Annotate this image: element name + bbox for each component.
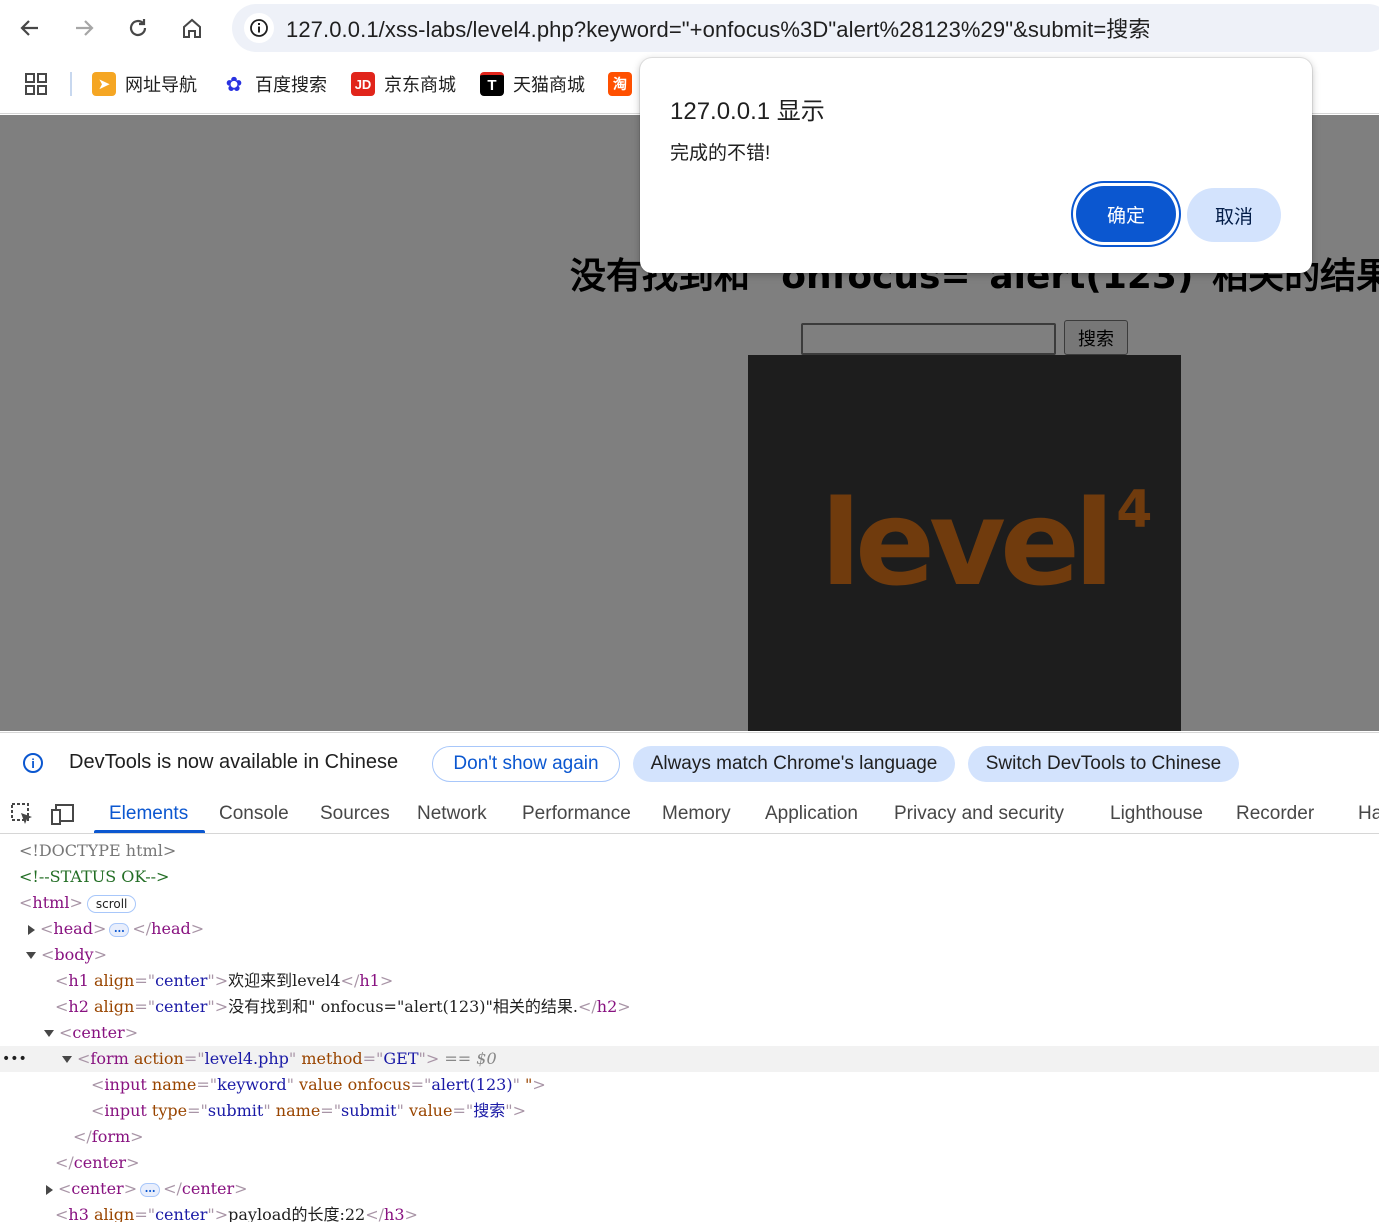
form-action-value: level4.php	[204, 1049, 289, 1068]
device-toolbar-icon[interactable]	[50, 802, 76, 826]
dom-node-html[interactable]: <html> scroll	[0, 890, 1379, 916]
bookmark-taobao[interactable]: 淘	[608, 68, 641, 100]
switch-to-chinese-button[interactable]: Switch DevTools to Chinese	[968, 746, 1239, 782]
collapse-triangle-icon[interactable]	[44, 1030, 54, 1037]
dom-node-center-close[interactable]: </center>	[0, 1150, 1379, 1176]
cancel-button[interactable]: 取消	[1187, 188, 1281, 242]
tab-elements[interactable]: Elements	[109, 794, 188, 834]
tab-overflow[interactable]: Ha	[1358, 794, 1379, 834]
info-icon	[250, 19, 268, 37]
reload-icon	[129, 19, 147, 37]
tag-name: head	[53, 919, 93, 938]
jd-icon: JD	[351, 72, 375, 96]
forward-button[interactable]	[66, 10, 102, 46]
info-icon: i	[23, 753, 43, 773]
taobao-icon: 淘	[608, 72, 632, 96]
address-bar[interactable]: 127.0.0.1/xss-labs/level4.php?keyword="+…	[232, 4, 1379, 52]
dom-node-form-selected[interactable]: ••• <form action="level4.php" method="GE…	[0, 1046, 1379, 1072]
tab-application[interactable]: Application	[765, 794, 858, 834]
bookmark-label: 天猫商城	[513, 75, 585, 95]
dom-node-center-2[interactable]: <center>… </center>	[0, 1176, 1379, 1202]
collapsed-ellipsis-icon[interactable]: …	[109, 922, 130, 937]
bookmark-label: 京东商城	[384, 75, 456, 95]
dom-node-input-submit[interactable]: <input type="submit" name="submit" value…	[0, 1098, 1379, 1124]
input-name-value: submit	[341, 1101, 397, 1120]
elements-dom-tree: <!DOCTYPE html> <!--STATUS OK--> <html> s…	[0, 835, 1379, 1222]
url-text[interactable]: 127.0.0.1/xss-labs/level4.php?keyword="+…	[286, 12, 1150, 44]
always-match-language-button[interactable]: Always match Chrome's language	[633, 746, 955, 782]
site-info-button[interactable]	[244, 13, 274, 43]
input-value-value: 搜索	[473, 1101, 506, 1120]
tab-console[interactable]: Console	[219, 794, 289, 834]
scroll-badge[interactable]: scroll	[86, 894, 137, 913]
collapse-triangle-icon[interactable]	[62, 1056, 72, 1063]
h1-text: 欢迎来到level4	[228, 971, 341, 990]
tab-lighthouse[interactable]: Lighthouse	[1110, 794, 1203, 834]
input-type-value: submit	[207, 1101, 264, 1120]
infobar-message: DevTools is now available in Chinese	[69, 751, 399, 773]
tmall-icon: T	[480, 72, 504, 96]
arrow-left-icon	[20, 20, 38, 36]
dont-show-again-button[interactable]: Don't show again	[432, 746, 620, 782]
back-button[interactable]	[12, 10, 48, 46]
dom-node-h2[interactable]: <h2 align="center">没有找到和" onfocus="alert…	[0, 994, 1379, 1020]
bookmark-tmall[interactable]: T 天猫商城	[480, 68, 585, 100]
dom-node-head[interactable]: <head>… </head>	[0, 916, 1379, 942]
tab-network[interactable]: Network	[417, 794, 487, 834]
arrow-icon: ➤	[92, 72, 116, 96]
bookmark-jd[interactable]: JD 京东商城	[351, 68, 456, 100]
apps-grid-icon[interactable]	[24, 72, 48, 96]
onfocus-value: alert(123)	[431, 1075, 513, 1094]
arrow-right-icon	[76, 20, 94, 36]
comment-text: <!--STATUS OK-->	[19, 867, 170, 886]
baidu-paw-icon: ✿	[225, 73, 243, 96]
tag-name: head	[151, 919, 191, 938]
dom-node-form-close[interactable]: </form>	[0, 1124, 1379, 1150]
bookmarks-separator	[70, 72, 72, 96]
doctype-text: <!DOCTYPE html>	[19, 841, 177, 860]
alert-dialog: 127.0.0.1 显示 完成的不错! 确定 取消	[640, 58, 1312, 273]
dom-node-body[interactable]: <body>	[0, 942, 1379, 968]
input-name-value: keyword	[217, 1075, 287, 1094]
inspect-element-icon[interactable]	[10, 802, 36, 826]
h3-text: payload的长度:22	[228, 1205, 366, 1222]
bookmark-wangzhi[interactable]: ➤ 网址导航	[92, 68, 197, 100]
expand-triangle-icon[interactable]	[28, 924, 35, 935]
tab-sources[interactable]: Sources	[320, 794, 390, 834]
bookmark-label: 网址导航	[125, 75, 197, 95]
selected-node-ref: == $0	[444, 1049, 497, 1068]
active-tab-indicator	[94, 830, 205, 833]
form-method-value: GET	[383, 1049, 419, 1068]
h2-text: 没有找到和" onfocus="alert(123)"相关的结果.	[228, 997, 578, 1016]
dom-node-input-keyword[interactable]: <input name="keyword" value onfocus="ale…	[0, 1072, 1379, 1098]
collapse-triangle-icon[interactable]	[26, 952, 36, 959]
tag-name: html	[32, 893, 70, 912]
reload-button[interactable]	[120, 10, 156, 46]
devtools-tab-bar: Elements Console Sources Network Perform…	[0, 794, 1379, 834]
dom-node-h1[interactable]: <h1 align="center">欢迎来到level4</h1>	[0, 968, 1379, 994]
collapsed-ellipsis-icon[interactable]: …	[140, 1182, 161, 1197]
devtools-language-infobar: i DevTools is now available in Chinese D…	[0, 732, 1379, 794]
dom-node-h3[interactable]: <h3 align="center">payload的长度:22</h3>	[0, 1202, 1379, 1222]
browser-toolbar: 127.0.0.1/xss-labs/level4.php?keyword="+…	[0, 0, 1379, 56]
dom-node-doctype[interactable]: <!DOCTYPE html>	[0, 838, 1379, 864]
expand-triangle-icon[interactable]	[46, 1184, 53, 1195]
tab-privacy-security[interactable]: Privacy and security	[894, 794, 1064, 834]
more-options-icon[interactable]: •••	[2, 1046, 27, 1072]
home-icon	[183, 18, 201, 38]
tag-name: body	[54, 945, 94, 964]
tab-recorder[interactable]: Recorder	[1236, 794, 1314, 834]
dialog-message: 完成的不错!	[670, 143, 771, 164]
tab-memory[interactable]: Memory	[662, 794, 731, 834]
bookmark-baidu[interactable]: ✿ 百度搜索	[222, 68, 327, 100]
dom-node-comment[interactable]: <!--STATUS OK-->	[0, 864, 1379, 890]
ok-button[interactable]: 确定	[1076, 186, 1176, 242]
dialog-title: 127.0.0.1 显示	[670, 98, 825, 125]
home-button[interactable]	[174, 10, 210, 46]
bookmark-label: 百度搜索	[255, 75, 327, 95]
tab-performance[interactable]: Performance	[522, 794, 631, 834]
dom-node-center[interactable]: <center>	[0, 1020, 1379, 1046]
